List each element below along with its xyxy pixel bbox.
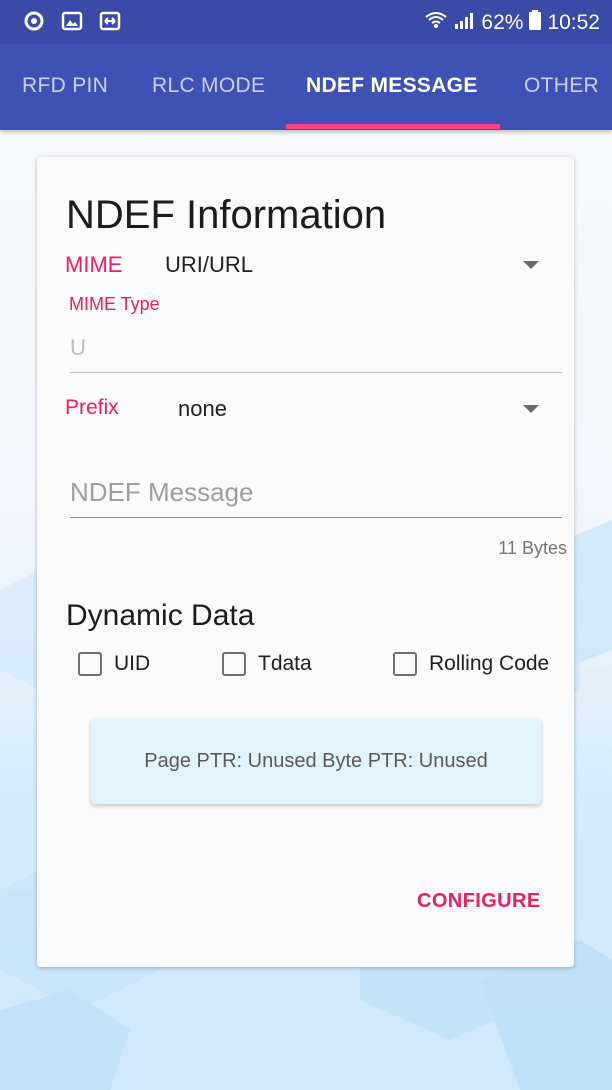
ndef-information-title: NDEF Information	[66, 193, 387, 237]
rolling-code-checkbox[interactable]: Rolling Code	[393, 652, 549, 676]
battery-icon	[529, 10, 542, 36]
tab-other[interactable]: OTHER	[524, 74, 599, 98]
rolling-code-label: Rolling Code	[429, 652, 550, 675]
mime-type-label: MIME Type	[69, 294, 160, 314]
mime-type-underline	[70, 372, 562, 373]
sync-icon	[22, 9, 46, 33]
tab-rfd-pin[interactable]: RFD PIN	[22, 74, 108, 98]
prefix-dropdown-arrow-icon[interactable]	[523, 405, 539, 413]
byte-count: 11 Bytes	[498, 538, 567, 558]
prefix-value: none	[178, 396, 227, 421]
mime-value: URI/URL	[165, 252, 254, 277]
mime-type-field: U	[70, 335, 86, 360]
tdata-checkbox-box[interactable]	[222, 652, 246, 676]
signal-icon	[453, 11, 475, 35]
mime-dropdown[interactable]	[57, 245, 562, 285]
mime-label: MIME	[65, 252, 123, 277]
ndef-message-underline	[70, 517, 562, 518]
tdata-label: Tdata	[258, 652, 312, 675]
tab-ndef-message[interactable]: NDEF MESSAGE	[306, 74, 478, 98]
prefix-label: Prefix	[65, 396, 119, 419]
pointer-info-box: Page PTR: Unused Byte PTR: Unused	[91, 718, 541, 804]
tab-rlc-mode[interactable]: RLC MODE	[152, 74, 265, 98]
uid-label: UID	[114, 652, 151, 675]
cast-icon	[98, 9, 122, 33]
wifi-icon	[425, 11, 448, 35]
rolling-code-checkbox-box[interactable]	[393, 652, 417, 676]
battery-percent: 62%	[481, 11, 524, 34]
prefix-dropdown[interactable]	[57, 389, 562, 429]
clock: 10:52	[547, 11, 600, 34]
uid-checkbox[interactable]: UID	[78, 652, 150, 676]
mime-dropdown-arrow-icon[interactable]	[523, 261, 539, 269]
tab-bar: RFD PIN RLC MODE NDEF MESSAGE OTHER	[0, 44, 612, 130]
active-tab-indicator	[286, 124, 500, 129]
uid-checkbox-box[interactable]	[78, 652, 102, 676]
ndef-card: NDEF Information MIME URI/URL MIME Type …	[37, 157, 574, 967]
dynamic-data-title: Dynamic Data	[66, 599, 255, 632]
status-bar: 62% 10:52	[0, 0, 612, 44]
tdata-checkbox[interactable]: Tdata	[222, 652, 312, 676]
ndef-message-input[interactable]	[70, 477, 562, 508]
gallery-icon	[60, 9, 84, 33]
configure-button[interactable]: CONFIGURE	[417, 890, 541, 913]
